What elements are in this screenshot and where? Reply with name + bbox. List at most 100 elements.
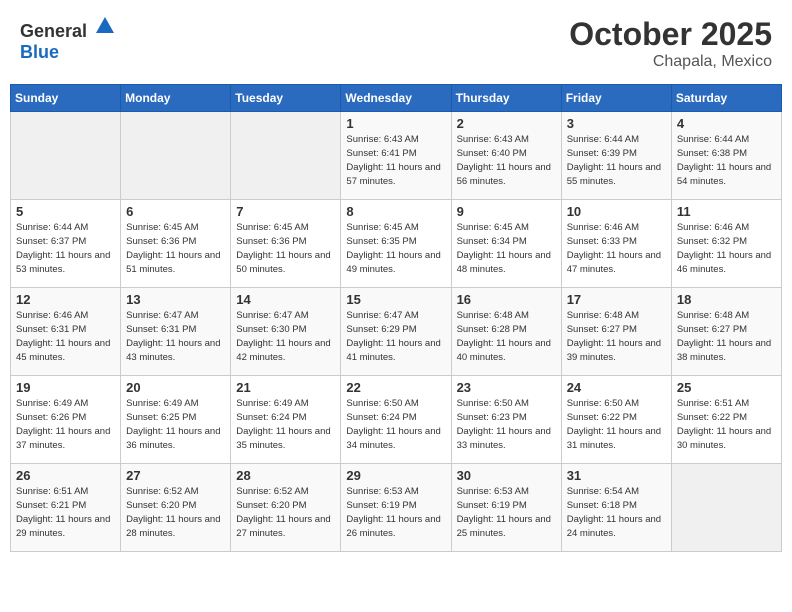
day-number: 23	[457, 380, 556, 395]
calendar-cell: 31 Sunrise: 6:54 AMSunset: 6:18 PMDayligh…	[561, 464, 671, 552]
day-info: Sunrise: 6:44 AMSunset: 6:39 PMDaylight:…	[567, 133, 666, 188]
day-info: Sunrise: 6:43 AMSunset: 6:40 PMDaylight:…	[457, 133, 556, 188]
title-block: October 2025 Chapala, Mexico	[569, 15, 772, 71]
day-info: Sunrise: 6:50 AMSunset: 6:23 PMDaylight:…	[457, 397, 556, 452]
calendar-cell: 25Sunrise: 6:51 AMSunset: 6:22 PMDayligh…	[671, 376, 781, 464]
day-number: 5	[16, 204, 115, 219]
day-info: Sunrise: 6:50 AMSunset: 6:24 PMDaylight:…	[346, 397, 445, 452]
day-info: Sunrise: 6:43 AMSunset: 6:41 PMDaylight:…	[346, 133, 445, 188]
calendar-cell: 27 Sunrise: 6:52 AMSunset: 6:20 PMDayligh…	[121, 464, 231, 552]
day-number: 9	[457, 204, 556, 219]
calendar-cell: 23 Sunrise: 6:50 AMSunset: 6:23 PMDayligh…	[451, 376, 561, 464]
day-number: 18	[677, 292, 776, 307]
calendar-week-3: 12 Sunrise: 6:46 AMSunset: 6:31 PMDayligh…	[11, 288, 782, 376]
logo-blue: Blue	[20, 42, 59, 62]
calendar-cell: 6 Sunrise: 6:45 AMSunset: 6:36 PMDaylight…	[121, 200, 231, 288]
calendar-cell: 30Sunrise: 6:53 AMSunset: 6:19 PMDayligh…	[451, 464, 561, 552]
day-info: Sunrise: 6:44 AMSunset: 6:38 PMDaylight:…	[677, 133, 776, 188]
calendar-week-2: 5 Sunrise: 6:44 AMSunset: 6:37 PMDaylight…	[11, 200, 782, 288]
calendar-cell: 3 Sunrise: 6:44 AMSunset: 6:39 PMDaylight…	[561, 112, 671, 200]
calendar-cell: 7Sunrise: 6:45 AMSunset: 6:36 PMDaylight…	[231, 200, 341, 288]
calendar-cell: 10 Sunrise: 6:46 AMSunset: 6:33 PMDayligh…	[561, 200, 671, 288]
calendar-cell: 29 Sunrise: 6:53 AMSunset: 6:19 PMDayligh…	[341, 464, 451, 552]
day-number: 8	[346, 204, 445, 219]
weekday-header-tuesday: Tuesday	[231, 85, 341, 112]
calendar-cell: 20Sunrise: 6:49 AMSunset: 6:25 PMDayligh…	[121, 376, 231, 464]
day-info: Sunrise: 6:46 AMSunset: 6:31 PMDaylight:…	[16, 309, 115, 364]
calendar-cell: 15 Sunrise: 6:47 AMSunset: 6:29 PMDayligh…	[341, 288, 451, 376]
calendar-cell: 9 Sunrise: 6:45 AMSunset: 6:34 PMDaylight…	[451, 200, 561, 288]
day-info: Sunrise: 6:46 AMSunset: 6:33 PMDaylight:…	[567, 221, 666, 276]
weekday-header-friday: Friday	[561, 85, 671, 112]
calendar-cell: 2 Sunrise: 6:43 AMSunset: 6:40 PMDaylight…	[451, 112, 561, 200]
day-number: 4	[677, 116, 776, 131]
calendar-cell: 8 Sunrise: 6:45 AMSunset: 6:35 PMDaylight…	[341, 200, 451, 288]
day-info: Sunrise: 6:49 AMSunset: 6:26 PMDaylight:…	[16, 397, 115, 452]
logo-text: General Blue	[20, 15, 116, 63]
day-number: 22	[346, 380, 445, 395]
day-number: 27	[126, 468, 225, 483]
day-number: 6	[126, 204, 225, 219]
day-info: Sunrise: 6:45 AMSunset: 6:36 PMDaylight:…	[236, 221, 335, 276]
day-info: Sunrise: 6:45 AMSunset: 6:35 PMDaylight:…	[346, 221, 445, 276]
day-info: Sunrise: 6:45 AMSunset: 6:34 PMDaylight:…	[457, 221, 556, 276]
day-number: 17	[567, 292, 666, 307]
weekday-header-wednesday: Wednesday	[341, 85, 451, 112]
day-number: 12	[16, 292, 115, 307]
logo-general: General	[20, 21, 87, 41]
calendar-cell: 28Sunrise: 6:52 AMSunset: 6:20 PMDayligh…	[231, 464, 341, 552]
day-number: 24	[567, 380, 666, 395]
weekday-header-saturday: Saturday	[671, 85, 781, 112]
logo: General Blue	[20, 15, 116, 63]
calendar-cell	[231, 112, 341, 200]
day-info: Sunrise: 6:47 AMSunset: 6:31 PMDaylight:…	[126, 309, 225, 364]
calendar-cell: 1 Sunrise: 6:43 AMSunset: 6:41 PMDaylight…	[341, 112, 451, 200]
day-number: 16	[457, 292, 556, 307]
day-number: 11	[677, 204, 776, 219]
calendar-cell	[671, 464, 781, 552]
calendar-cell: 26 Sunrise: 6:51 AMSunset: 6:21 PMDayligh…	[11, 464, 121, 552]
calendar-cell: 12 Sunrise: 6:46 AMSunset: 6:31 PMDayligh…	[11, 288, 121, 376]
calendar-cell	[121, 112, 231, 200]
day-info: Sunrise: 6:44 AMSunset: 6:37 PMDaylight:…	[16, 221, 115, 276]
calendar-cell: 16Sunrise: 6:48 AMSunset: 6:28 PMDayligh…	[451, 288, 561, 376]
calendar-week-4: 19Sunrise: 6:49 AMSunset: 6:26 PMDayligh…	[11, 376, 782, 464]
day-number: 21	[236, 380, 335, 395]
day-number: 29	[346, 468, 445, 483]
calendar-cell	[11, 112, 121, 200]
month-title: October 2025	[569, 15, 772, 53]
calendar-cell: 19Sunrise: 6:49 AMSunset: 6:26 PMDayligh…	[11, 376, 121, 464]
day-info: Sunrise: 6:47 AMSunset: 6:29 PMDaylight:…	[346, 309, 445, 364]
day-info: Sunrise: 6:53 AMSunset: 6:19 PMDaylight:…	[346, 485, 445, 540]
calendar-cell: 22 Sunrise: 6:50 AMSunset: 6:24 PMDayligh…	[341, 376, 451, 464]
day-number: 25	[677, 380, 776, 395]
day-number: 10	[567, 204, 666, 219]
day-info: Sunrise: 6:52 AMSunset: 6:20 PMDaylight:…	[126, 485, 225, 540]
calendar-cell: 11Sunrise: 6:46 AMSunset: 6:32 PMDayligh…	[671, 200, 781, 288]
day-number: 2	[457, 116, 556, 131]
calendar-cell: 18Sunrise: 6:48 AMSunset: 6:27 PMDayligh…	[671, 288, 781, 376]
weekday-header-monday: Monday	[121, 85, 231, 112]
logo-icon	[94, 15, 116, 37]
day-number: 1	[346, 116, 445, 131]
day-info: Sunrise: 6:47 AMSunset: 6:30 PMDaylight:…	[236, 309, 335, 364]
day-info: Sunrise: 6:45 AMSunset: 6:36 PMDaylight:…	[126, 221, 225, 276]
day-info: Sunrise: 6:51 AMSunset: 6:21 PMDaylight:…	[16, 485, 115, 540]
day-number: 26	[16, 468, 115, 483]
day-info: Sunrise: 6:54 AMSunset: 6:18 PMDaylight:…	[567, 485, 666, 540]
day-info: Sunrise: 6:49 AMSunset: 6:24 PMDaylight:…	[236, 397, 335, 452]
weekday-header-sunday: Sunday	[11, 85, 121, 112]
calendar-week-1: 1 Sunrise: 6:43 AMSunset: 6:41 PMDaylight…	[11, 112, 782, 200]
calendar-cell: 24Sunrise: 6:50 AMSunset: 6:22 PMDayligh…	[561, 376, 671, 464]
calendar-week-5: 26 Sunrise: 6:51 AMSunset: 6:21 PMDayligh…	[11, 464, 782, 552]
day-number: 3	[567, 116, 666, 131]
day-info: Sunrise: 6:52 AMSunset: 6:20 PMDaylight:…	[236, 485, 335, 540]
day-number: 31	[567, 468, 666, 483]
day-number: 14	[236, 292, 335, 307]
calendar-cell: 4 Sunrise: 6:44 AMSunset: 6:38 PMDaylight…	[671, 112, 781, 200]
calendar-cell: 17 Sunrise: 6:48 AMSunset: 6:27 PMDayligh…	[561, 288, 671, 376]
day-info: Sunrise: 6:48 AMSunset: 6:27 PMDaylight:…	[567, 309, 666, 364]
day-number: 15	[346, 292, 445, 307]
calendar-cell: 13Sunrise: 6:47 AMSunset: 6:31 PMDayligh…	[121, 288, 231, 376]
day-number: 20	[126, 380, 225, 395]
